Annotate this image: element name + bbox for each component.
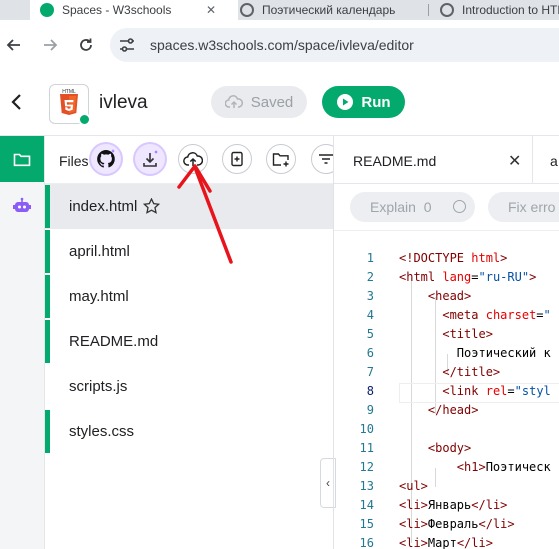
code-line: 8 <link rel="styl: [366, 384, 551, 398]
code-line: 5 <title>: [366, 327, 493, 341]
file-name: may.html: [69, 288, 129, 305]
saved-button[interactable]: Saved: [211, 86, 307, 118]
close-tab-icon[interactable]: ✕: [206, 3, 216, 17]
cloud-upload-icon: [183, 152, 203, 166]
filter-icon: [319, 154, 333, 164]
fix-errors-label: Fix erro: [508, 199, 556, 215]
code-line: 2 <html lang="ru-RU">: [366, 270, 537, 284]
address-bar-row: spaces.w3schools.com/space/ivleva/editor: [0, 20, 559, 70]
code-line: 1 <!DOCTYPE html>: [366, 251, 508, 265]
new-file-button[interactable]: [222, 144, 252, 174]
file-name: index.html: [69, 198, 138, 215]
globe-icon: [440, 3, 454, 17]
browser-tab-poetry[interactable]: Поэтический календарь: [240, 0, 430, 20]
file-name: styles.css: [69, 423, 135, 440]
code-line: 3 <head>: [366, 289, 472, 303]
editor-header: HTML ivleva Saved Run: [0, 70, 559, 136]
new-file-icon: [231, 151, 243, 167]
file-name: scripts.js: [69, 378, 128, 395]
close-icon[interactable]: ✕: [508, 151, 521, 171]
w3schools-favicon-icon: [40, 3, 54, 17]
url-field[interactable]: spaces.w3schools.com/space/ivleva/editor: [110, 28, 559, 62]
saved-label: Saved: [250, 93, 294, 111]
file-item-index-html[interactable]: index.html: [45, 184, 333, 229]
code-line: 9 </head>: [366, 403, 479, 417]
url-text: spaces.w3schools.com/space/ivleva/editor: [150, 37, 414, 53]
browser-tab-spaces[interactable]: Spaces - W3schools ✕: [30, 0, 238, 20]
upload-button[interactable]: [178, 144, 208, 174]
html5-logo: HTML: [49, 84, 91, 126]
code-line: 13 <ul>: [359, 479, 428, 493]
file-marker: [45, 320, 50, 363]
browser-tab-title: Introduction to HTML: [462, 3, 559, 17]
file-name: README.md: [69, 333, 159, 350]
files-label: Files: [59, 153, 89, 169]
code-line: 16 <li>Март</li>: [359, 536, 493, 549]
code-line: 6 Поэтический к: [366, 346, 551, 360]
code-line: 11 <body>: [359, 441, 472, 455]
file-name: april.html: [69, 243, 130, 260]
left-rail: [0, 136, 45, 549]
star-icon[interactable]: [142, 197, 161, 218]
reload-icon[interactable]: [74, 33, 98, 57]
code-line: 14 <li>Январь</li>: [359, 498, 508, 512]
robot-icon: [13, 197, 31, 212]
code-line: 10: [359, 422, 374, 436]
w3-coin-icon: [453, 200, 466, 213]
folder-icon: [13, 153, 31, 166]
editor-tab-label: README.md: [353, 153, 437, 169]
html5-logo-text: HTML: [62, 89, 76, 95]
browser-tab-title: Поэтический календарь: [262, 3, 396, 17]
file-item-may-html[interactable]: may.html: [45, 274, 333, 319]
new-folder-button[interactable]: [266, 144, 296, 174]
cloud-upload-icon: [224, 95, 243, 108]
code-line: 15 <li>Февраль</li>: [359, 517, 515, 531]
files-panel-toggle[interactable]: [0, 136, 44, 182]
files-panel-header: Files: [45, 136, 333, 184]
back-arrow-icon[interactable]: [2, 33, 26, 57]
run-button[interactable]: Run: [322, 86, 405, 118]
run-label: Run: [361, 93, 391, 111]
editor-tab-next[interactable]: a: [550, 153, 558, 169]
code-line: 12 <h1>Поэтическ: [359, 460, 551, 474]
forward-arrow-icon[interactable]: [38, 33, 62, 57]
explain-count: 0: [423, 199, 432, 215]
file-marker: [45, 185, 50, 228]
file-marker: [45, 410, 50, 453]
github-ai-button[interactable]: [91, 144, 121, 174]
file-item-april-html[interactable]: april.html: [45, 229, 333, 274]
code-line: 4 <meta charset=": [366, 308, 551, 322]
file-list: index.html april.html may.html README.md…: [45, 184, 333, 454]
code-editor[interactable]: 1 <!DOCTYPE html> 2 <html lang="ru-RU"> 3 …: [334, 250, 559, 549]
browser-tab-title: Spaces - W3schools: [62, 3, 172, 17]
editor-tab-bar: README.md ✕ a: [334, 136, 559, 184]
browser-tab-bar: Spaces - W3schools ✕ Поэтический календа…: [0, 0, 559, 20]
new-folder-icon: [272, 152, 289, 166]
sort-filter-button[interactable]: [311, 144, 333, 174]
file-item-scripts-js[interactable]: scripts.js: [45, 364, 333, 409]
editor-toolbar: Explain 0 Fix erro: [334, 184, 559, 231]
online-status-dot: [78, 113, 91, 126]
globe-icon: [240, 3, 254, 17]
site-settings-icon[interactable]: [118, 37, 136, 58]
file-item-styles-css[interactable]: styles.css: [45, 409, 333, 454]
file-marker: [45, 275, 50, 318]
file-item-readme-md[interactable]: README.md: [45, 319, 333, 364]
chevron-left-icon: ‹: [326, 476, 330, 490]
project-name: ivleva: [99, 92, 148, 113]
browser-tab-intro[interactable]: Introduction to HTML: [440, 0, 559, 20]
ai-assistant-toggle[interactable]: [0, 186, 44, 226]
fix-errors-button[interactable]: Fix erro: [488, 192, 559, 222]
code-line: 7 </title>: [366, 365, 501, 379]
file-marker: [45, 230, 50, 273]
explain-button[interactable]: Explain 0: [350, 192, 475, 222]
back-chevron-icon[interactable]: [8, 92, 26, 112]
download-ai-button[interactable]: [135, 144, 165, 174]
github-icon: [97, 149, 115, 168]
play-circle-icon: [337, 94, 354, 110]
editor-tab-readme[interactable]: README.md ✕: [334, 136, 533, 183]
tab-separator: [428, 4, 429, 16]
explain-label: Explain 0: [370, 199, 432, 215]
download-icon: [143, 150, 158, 167]
